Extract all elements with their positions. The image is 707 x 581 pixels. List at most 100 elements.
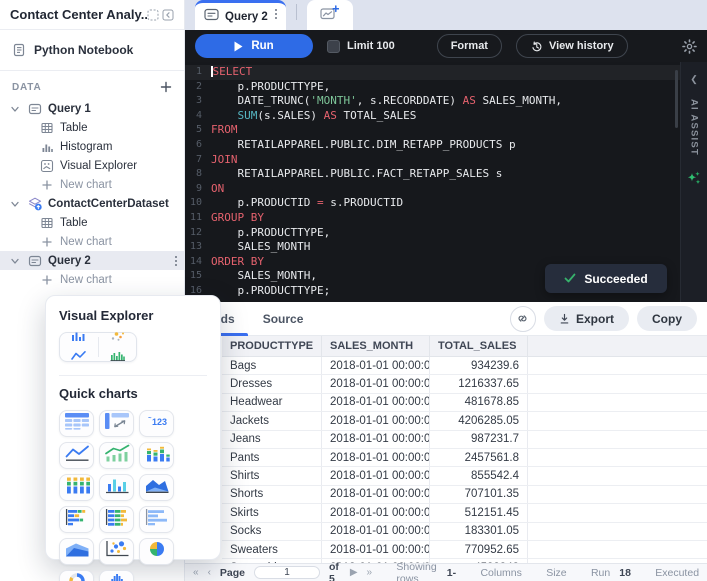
popup-divider bbox=[59, 375, 207, 376]
columns-control[interactable]: Columns bbox=[480, 567, 521, 579]
visual-explorer-icon bbox=[40, 159, 54, 173]
run-button[interactable]: Run bbox=[195, 34, 313, 58]
collapse-chevron-icon[interactable]: ❮ bbox=[690, 74, 698, 85]
histogram-icon bbox=[40, 140, 54, 154]
histogram-chart-icon bbox=[104, 572, 130, 581]
view-history-button[interactable]: View history bbox=[516, 34, 628, 58]
quick-chart-histogram-button[interactable] bbox=[99, 570, 134, 581]
tree-item-label: Table bbox=[60, 122, 88, 134]
project-header: Contact Center Analy... bbox=[0, 0, 184, 30]
new-tab-button[interactable] bbox=[307, 0, 353, 30]
table-cell: 2018-01-01 00:00:00 bbox=[322, 504, 430, 521]
share-link-button[interactable] bbox=[510, 306, 536, 332]
table-header-row: PRODUCTTYPESALES_MONTHTOTAL_SALES bbox=[222, 336, 707, 357]
quick-chart-table-button[interactable] bbox=[59, 410, 94, 437]
code-line: 7JOIN bbox=[185, 153, 680, 168]
tree-item-label: Visual Explorer bbox=[60, 160, 137, 172]
quick-chart-donut-button[interactable] bbox=[59, 570, 94, 581]
table-cell: Bags bbox=[222, 357, 322, 374]
download-icon bbox=[559, 313, 570, 325]
sidebar-item-new-chart[interactable]: New chart bbox=[0, 232, 184, 251]
column-header-sales_month[interactable]: SALES_MONTH bbox=[322, 336, 430, 356]
visual-explorer-button[interactable] bbox=[59, 332, 137, 362]
page-label: Page bbox=[220, 567, 245, 579]
table-cell: 2018-01-01 00:00:00 bbox=[322, 431, 430, 448]
quick-chart-hbar-button[interactable] bbox=[139, 506, 174, 533]
table-cell: Jackets bbox=[222, 412, 322, 429]
code-line: 9ON bbox=[185, 182, 680, 197]
editor-scrollbar[interactable] bbox=[675, 70, 678, 128]
sidebar-item-table[interactable]: Table bbox=[0, 118, 184, 137]
table-cell: 2018-01-01 00:00:00 bbox=[322, 467, 430, 484]
quick-chart-pivot-button[interactable] bbox=[99, 410, 134, 437]
export-button[interactable]: Export bbox=[544, 306, 629, 331]
sidebar-item-contactcenterdataset[interactable]: ContactCenterDataset bbox=[0, 194, 184, 213]
format-button[interactable]: Format bbox=[437, 34, 502, 58]
quick-chart-hbar-grouped-button[interactable] bbox=[59, 506, 94, 533]
column-header-producttype[interactable]: PRODUCTTYPE bbox=[222, 336, 322, 356]
quick-chart-combo-button[interactable] bbox=[99, 442, 134, 469]
sidebar-item-histogram[interactable]: Histogram bbox=[0, 137, 184, 156]
sidebar-item-query-2[interactable]: Query 2 bbox=[0, 251, 184, 270]
quick-chart-single-value-button[interactable]: ~123 bbox=[139, 410, 174, 437]
ai-sparkle-icon[interactable] bbox=[686, 170, 702, 186]
table-cell: Shirts bbox=[222, 467, 322, 484]
tab-query-2[interactable]: Query 2 bbox=[195, 0, 286, 30]
table-row: Pants2018-01-01 00:00:002457561.8 bbox=[222, 449, 707, 467]
copy-button[interactable]: Copy bbox=[637, 306, 697, 331]
sidebar-item-table[interactable]: Table bbox=[0, 213, 184, 232]
tree-item-label: ContactCenterDataset bbox=[48, 198, 169, 210]
table-cell: 987231.7 bbox=[430, 431, 528, 448]
query-cell-icon bbox=[204, 8, 219, 26]
table-cell: 707101.35 bbox=[430, 486, 528, 503]
hbar-stacked-chart-icon bbox=[104, 508, 130, 531]
column-header-total_sales[interactable]: TOTAL_SALES bbox=[430, 336, 528, 356]
plus-icon bbox=[40, 235, 54, 249]
ve-bars-icon bbox=[110, 348, 125, 366]
add-data-plus-icon[interactable] bbox=[160, 81, 172, 93]
settings-gear-icon[interactable] bbox=[682, 39, 697, 54]
sidebar-item-new-chart[interactable]: New chart bbox=[0, 175, 184, 194]
table-cell: Dresses bbox=[222, 375, 322, 392]
table-row: Jeans2018-01-01 00:00:00987231.7 bbox=[222, 431, 707, 449]
quick-chart-column-button[interactable] bbox=[99, 474, 134, 501]
collapse-left-icon bbox=[162, 9, 174, 21]
prev-page-icon[interactable]: ‹ bbox=[208, 567, 211, 578]
quick-chart-line-button[interactable] bbox=[59, 442, 94, 469]
results-tab-bar: Fields Source Export bbox=[185, 302, 707, 336]
quick-chart-hbar-stacked-button[interactable] bbox=[99, 506, 134, 533]
collapse-sidebar-button[interactable] bbox=[147, 9, 174, 21]
chevron-down-icon[interactable] bbox=[8, 198, 22, 210]
table-cell: Pants bbox=[222, 449, 322, 466]
tab-menu-kebab-icon[interactable] bbox=[274, 7, 278, 26]
sidebar-item-python-notebook[interactable]: Python Notebook bbox=[8, 38, 176, 62]
pie-chart-icon bbox=[144, 540, 170, 563]
quick-chart-scatter-button[interactable] bbox=[99, 538, 134, 565]
sidebar-item-new-chart[interactable]: New chart bbox=[0, 270, 184, 289]
chevron-down-icon[interactable] bbox=[8, 255, 22, 267]
limit-100-checkbox[interactable]: Limit 100 bbox=[327, 40, 395, 53]
table-cell: 2018-01-01 00:00:00 bbox=[322, 486, 430, 503]
tab-source[interactable]: Source bbox=[263, 303, 304, 335]
tab-strip: Query 2 bbox=[185, 0, 707, 30]
quick-chart-stacked-column-button[interactable] bbox=[139, 442, 174, 469]
sidebar-item-visual-explorer[interactable]: Visual Explorer bbox=[0, 156, 184, 175]
rows-range-value: 1- bbox=[447, 567, 456, 579]
last-page-icon[interactable]: » bbox=[367, 567, 373, 578]
page-number-input[interactable] bbox=[254, 566, 320, 579]
quick-chart-pie-button[interactable] bbox=[139, 538, 174, 565]
size-control[interactable]: Size bbox=[546, 567, 566, 579]
next-page-icon[interactable]: ▶ bbox=[350, 567, 358, 578]
quick-chart-grouped-column-button[interactable] bbox=[59, 474, 94, 501]
data-tree: Query 1 Table Histogram Visual Explorer New … bbox=[0, 99, 184, 289]
chevron-down-icon[interactable] bbox=[8, 103, 22, 115]
sidebar-item-query-1[interactable]: Query 1 bbox=[0, 99, 184, 118]
ve-line-icon bbox=[71, 348, 86, 366]
query-icon bbox=[28, 102, 42, 116]
quick-chart-area-stacked-button[interactable] bbox=[59, 538, 94, 565]
table-cell: 2018-01-01 00:00:00 bbox=[322, 394, 430, 411]
grouped-column-chart-icon bbox=[64, 476, 90, 499]
table-cell: 2018-01-01 00:00:00 bbox=[322, 375, 430, 392]
checkbox-icon bbox=[327, 40, 340, 53]
quick-chart-area-button[interactable] bbox=[139, 474, 174, 501]
